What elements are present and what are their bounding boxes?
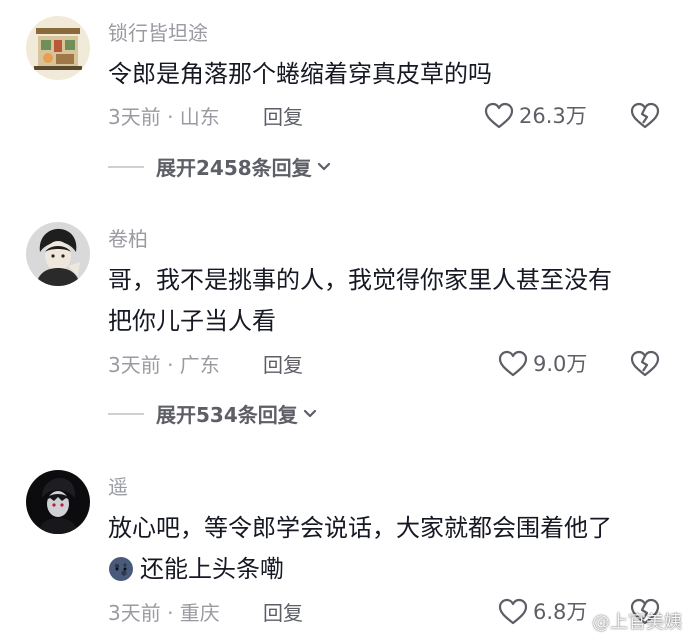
dislike-button[interactable]	[630, 349, 660, 379]
expand-replies-label: 展开534条回复	[156, 403, 298, 427]
user-avatar-3[interactable]	[26, 470, 90, 534]
user-avatar-1[interactable]	[26, 16, 90, 80]
reply-button[interactable]: 回复	[263, 600, 303, 626]
like-button[interactable]: 9.0万	[498, 350, 587, 378]
like-button[interactable]: 26.3万	[484, 102, 587, 130]
time-location: 3天前 · 广东	[108, 353, 220, 377]
username[interactable]: 遥	[108, 474, 128, 500]
heart-outline-icon	[498, 350, 528, 377]
comment-text: 哥，我不是挑事的人，我觉得你家里人甚至没有 把你儿子当人看	[108, 260, 668, 342]
chevron-down-icon	[303, 409, 316, 417]
like-count: 9.0万	[533, 352, 588, 376]
expand-replies-label: 展开2458条回复	[156, 156, 312, 180]
anime-man-avatar-icon	[26, 222, 90, 286]
reply-button[interactable]: 回复	[263, 104, 303, 130]
broken-heart-icon	[630, 102, 660, 129]
broken-heart-icon	[630, 350, 660, 377]
comment-text-line: 令郎是角落那个蜷缩着穿真皮草的吗	[108, 60, 492, 88]
comment-text-segment: 还能上头条嘞	[140, 555, 284, 583]
divider-dash	[108, 412, 144, 415]
username[interactable]: 锁行皆坦途	[108, 20, 208, 46]
heart-outline-icon	[498, 598, 528, 625]
heart-outline-icon	[484, 102, 514, 129]
comment-text: 令郎是角落那个蜷缩着穿真皮草的吗	[108, 54, 668, 95]
dislike-button[interactable]	[630, 101, 660, 131]
reply-button[interactable]: 回复	[263, 352, 303, 378]
time-location: 3天前 · 重庆	[108, 601, 220, 625]
cartoon-shop-avatar-icon	[26, 16, 90, 80]
comment-text-line: 还能上头条嘞	[108, 549, 668, 590]
like-count: 26.3万	[519, 104, 587, 128]
comment-text-line: 哥，我不是挑事的人，我觉得你家里人甚至没有	[108, 266, 612, 294]
username[interactable]: 卷柏	[108, 226, 148, 252]
expand-replies-button[interactable]: 展开534条回复	[108, 399, 318, 428]
like-button[interactable]: 6.8万	[498, 598, 587, 626]
comment-text-line: 放心吧，等令郎学会说话，大家就都会围着他了	[108, 514, 612, 542]
dark-anime-avatar-icon	[26, 470, 90, 534]
divider-dash	[108, 165, 144, 168]
weibo-watermark: @上官美姨	[592, 612, 682, 633]
like-count: 6.8万	[533, 600, 588, 624]
moon-face-emoji-icon	[109, 557, 133, 581]
time-location: 3天前 · 山东	[108, 105, 220, 129]
expand-replies-button[interactable]: 展开2458条回复	[108, 152, 332, 181]
user-avatar-2[interactable]	[26, 222, 90, 286]
comment-text: 放心吧，等令郎学会说话，大家就都会围着他了 还能上头条嘞	[108, 508, 668, 590]
comment-text-line: 把你儿子当人看	[108, 307, 276, 335]
chevron-down-icon	[317, 162, 330, 170]
